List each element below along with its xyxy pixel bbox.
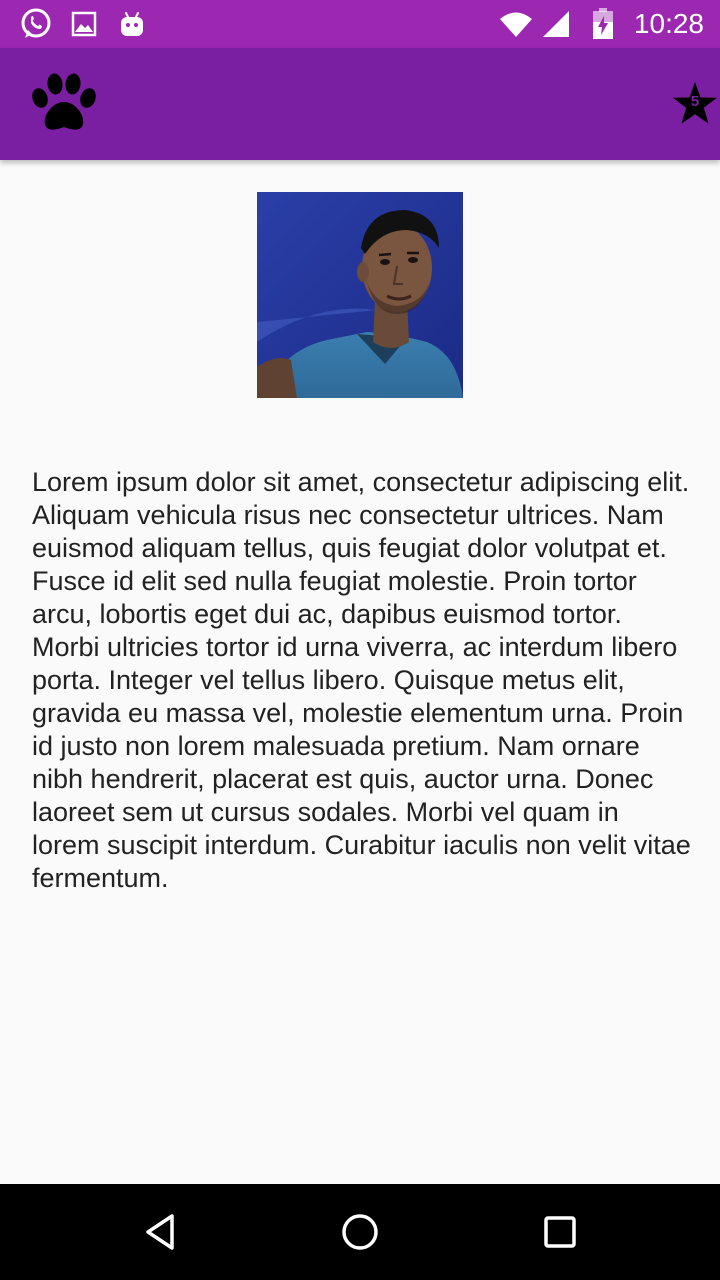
body-paragraph: Lorem ipsum dolor sit amet, consectetur …: [32, 467, 691, 893]
star-count: 5: [690, 93, 700, 110]
whatsapp-icon: [18, 0, 54, 48]
image-icon: [70, 0, 98, 48]
content-area: Lorem ipsum dolor sit amet, consectetur …: [0, 160, 720, 1184]
status-bar: 10:28: [0, 0, 720, 48]
status-clock: 10:28: [633, 8, 704, 39]
home-icon[interactable]: [336, 1208, 384, 1256]
paw-icon[interactable]: [28, 72, 100, 136]
app-bar: 5: [0, 48, 720, 160]
wifi-icon: [498, 0, 534, 48]
back-icon[interactable]: [136, 1208, 184, 1256]
profile-photo: [257, 192, 463, 398]
battery-icon: [590, 0, 616, 48]
star-badge[interactable]: 5: [672, 81, 718, 127]
recents-icon[interactable]: [536, 1208, 584, 1256]
navigation-bar: [0, 1184, 720, 1280]
android-icon: [118, 0, 146, 48]
signal-icon: [540, 0, 572, 48]
